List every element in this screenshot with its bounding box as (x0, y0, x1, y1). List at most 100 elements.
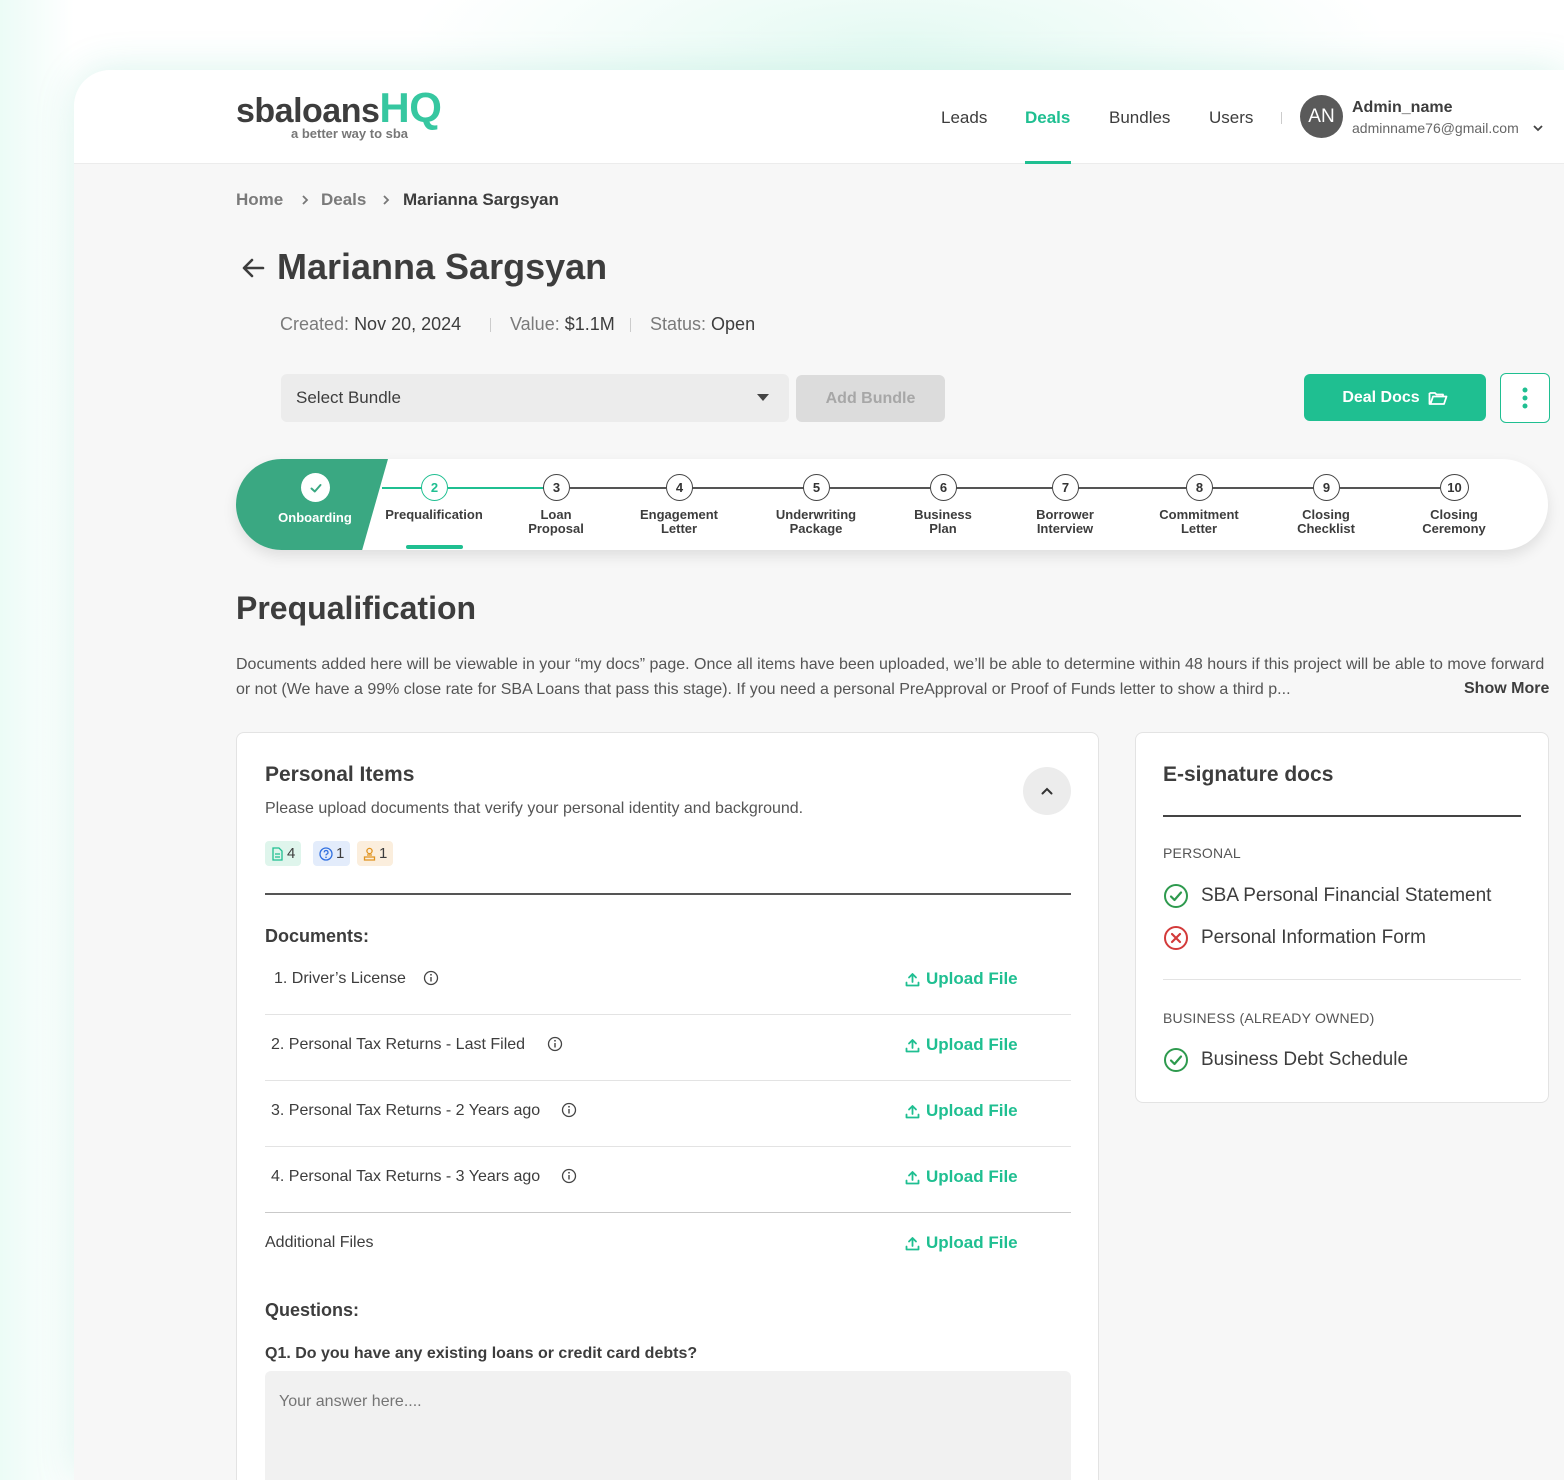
check-circle-icon (1164, 1048, 1188, 1072)
esign-item[interactable]: Business Debt Schedule (1163, 1047, 1408, 1073)
step-number[interactable]: 4 (666, 474, 693, 501)
esign-item-label: Personal Information Form (1201, 927, 1426, 948)
upload-file-button[interactable]: Upload File (905, 1167, 1018, 1187)
documents-heading: Documents: (265, 926, 370, 946)
answer-input[interactable] (265, 1371, 1071, 1480)
document-row: 2. Personal Tax Returns - Last Filed Upl… (265, 1015, 1071, 1081)
question-label: Q1. Do you have any existing loans or cr… (265, 1345, 698, 1362)
step-label-line: Underwriting (775, 507, 857, 522)
back-arrow-icon[interactable] (238, 253, 268, 283)
esignature-card: E-signature docs PERSONAL SBA Personal F… (1135, 732, 1549, 1103)
info-icon[interactable] (547, 1036, 563, 1052)
deal-docs-label: Deal Docs (1342, 388, 1420, 406)
info-icon[interactable] (561, 1168, 577, 1184)
logo-text: sbaloans (236, 92, 380, 130)
user-stamp-icon (363, 847, 376, 861)
chevron-down-icon[interactable] (1530, 120, 1546, 136)
chevron-up-icon (1041, 787, 1053, 795)
step-label-line: Loan (540, 507, 572, 522)
section-title: Prequalification (236, 590, 477, 626)
step-number[interactable]: 8 (1186, 474, 1213, 501)
step-label-line: Proposal (528, 521, 584, 536)
user-name[interactable]: Admin_name (1352, 99, 1452, 117)
personal-items-card: Personal Items Please upload documents t… (236, 732, 1099, 1480)
step-connector (448, 487, 544, 489)
meta-created-label: Created: (280, 314, 350, 334)
upload-file-button[interactable]: Upload File (905, 969, 1018, 989)
step-label-line: Commitment (1159, 507, 1239, 522)
upload-file-button[interactable]: Upload File (905, 1101, 1018, 1121)
avatar[interactable]: AN (1300, 95, 1343, 138)
step-label-line: Prequalification (385, 507, 483, 522)
add-bundle-button[interactable]: Add Bundle (796, 375, 945, 422)
step-number[interactable]: 6 (930, 474, 957, 501)
step-label-line: Checklist (1297, 521, 1355, 536)
step-number[interactable]: 3 (543, 474, 570, 501)
collapse-button[interactable] (1023, 767, 1071, 815)
step-label-line: Letter (1180, 521, 1218, 536)
user-email: adminname76@gmail.com (1352, 120, 1519, 136)
step-label: Underwriting Package (761, 508, 871, 536)
step-number[interactable]: 7 (1052, 474, 1079, 501)
upload-file-button[interactable]: Upload File (905, 1233, 1018, 1253)
breadcrumb-home[interactable]: Home (236, 190, 283, 210)
meta-created: Created: Nov 20, 2024 (280, 314, 461, 335)
step-label-line: Business (914, 507, 972, 522)
additional-files-row: Additional Files Upload File (265, 1213, 1071, 1279)
select-bundle-dropdown[interactable]: Select Bundle (281, 374, 789, 422)
step-number[interactable]: 10 (1440, 474, 1469, 501)
step-label: Prequalification (379, 508, 489, 522)
document-row: 1. Driver’s License Upload File (265, 949, 1071, 1015)
nav-leads[interactable]: Leads (941, 108, 987, 128)
info-icon[interactable] (561, 1102, 577, 1118)
upload-file-label: Upload File (926, 1035, 1018, 1054)
meta-status-value: Open (711, 314, 756, 334)
nav-deals[interactable]: Deals (1025, 108, 1070, 128)
esign-item[interactable]: Personal Information Form (1163, 925, 1426, 951)
nav-users[interactable]: Users (1209, 108, 1253, 128)
meta-divider (490, 318, 491, 332)
logo-tagline: a better way to sba (291, 126, 409, 141)
signers-count: 1 (379, 845, 388, 862)
breadcrumb-deals[interactable]: Deals (321, 190, 366, 210)
show-more-link[interactable]: Show More (1460, 680, 1550, 698)
meta-value-label: Value: (510, 314, 560, 334)
folder-open-icon (1428, 391, 1448, 405)
brand-logo[interactable]: sbaloansHQ a better way to sba (236, 87, 442, 142)
step-label: Commitment Letter (1144, 508, 1254, 536)
progress-stepper: Onboarding 2 Prequalification 3 Loan Prop… (236, 459, 1548, 550)
deal-docs-button[interactable]: Deal Docs (1304, 374, 1486, 421)
questions-count: 1 (336, 845, 345, 862)
info-icon[interactable] (423, 970, 439, 986)
step-label: Business Plan (888, 508, 998, 536)
esign-item-label: SBA Personal Financial Statement (1201, 885, 1492, 906)
more-options-button[interactable] (1500, 373, 1550, 423)
step-connector (830, 487, 930, 489)
step-number[interactable]: 5 (803, 474, 830, 501)
question-icon (319, 846, 333, 861)
document-label: 3. Personal Tax Returns - 2 Years ago (271, 1102, 541, 1119)
step-label-line: Closing (1430, 507, 1478, 522)
step-label: Closing Ceremony (1399, 508, 1509, 536)
upload-icon (905, 972, 920, 986)
nav-bundles[interactable]: Bundles (1109, 108, 1170, 128)
step-label: Closing Checklist (1271, 508, 1381, 536)
check-circle-icon (1164, 884, 1188, 908)
step-number[interactable]: 2 (421, 474, 448, 501)
step-label-line: Interview (1036, 521, 1094, 536)
upload-file-button[interactable]: Upload File (905, 1035, 1018, 1055)
step-label-line: Closing (1302, 507, 1350, 522)
upload-file-label: Upload File (926, 969, 1018, 988)
upload-file-label: Upload File (926, 1233, 1018, 1252)
esign-item[interactable]: SBA Personal Financial Statement (1163, 883, 1491, 909)
document-row: 3. Personal Tax Returns - 2 Years ago Up… (265, 1081, 1071, 1147)
step-label: Borrower Interview (1010, 508, 1120, 536)
documents-count-badge: 4 (265, 841, 302, 866)
step-number[interactable]: 9 (1313, 474, 1340, 501)
esign-item-label: Business Debt Schedule (1201, 1049, 1409, 1070)
check-icon (301, 473, 330, 502)
upload-file-label: Upload File (926, 1101, 1018, 1120)
step-connector (570, 487, 666, 489)
step-connector (1078, 487, 1186, 489)
documents-count: 4 (287, 845, 296, 862)
